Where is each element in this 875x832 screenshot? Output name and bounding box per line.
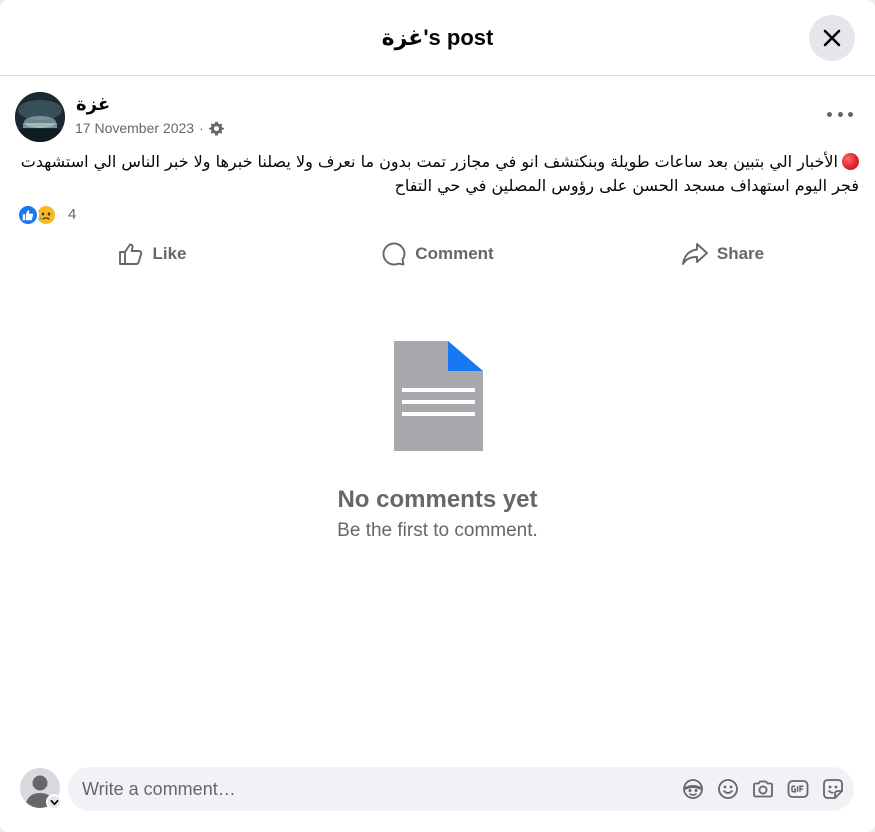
post-actions: Like Comment Share (10, 232, 865, 276)
share-arrow-icon (681, 243, 708, 265)
like-reaction-icon (17, 204, 39, 226)
speech-bubble-icon (382, 242, 406, 266)
more-icon (827, 111, 832, 117)
emoji-icon (717, 778, 738, 799)
empty-subtitle: Be the first to comment. (337, 520, 538, 541)
comment-input[interactable] (82, 767, 662, 811)
close-button[interactable] (809, 15, 855, 61)
comment-composer (0, 758, 875, 832)
like-button[interactable]: Like (10, 232, 295, 276)
gear-icon (208, 121, 224, 135)
comment-button[interactable]: Comment (295, 232, 580, 276)
comment-label: Comment (415, 244, 494, 263)
empty-title: No comments yet (337, 486, 538, 513)
author-avatar[interactable] (15, 92, 65, 142)
more-icon-dot (837, 111, 843, 117)
reactions-bar[interactable]: 4 (0, 200, 875, 232)
empty-comments: No comments yet Be the first to comment. (0, 340, 875, 542)
more-options-button[interactable] (827, 104, 853, 124)
share-button[interactable]: Share (580, 232, 865, 276)
avatar-sticker-button[interactable] (681, 777, 704, 800)
sticker-icon (822, 778, 843, 799)
reaction-count: 4 (68, 206, 77, 223)
more-icon-dot (848, 111, 853, 117)
emoji-button[interactable] (716, 777, 739, 800)
post-text: الأخبار الي بتبين بعد ساعات طويلة وبنكتش… (0, 150, 875, 198)
red-circle-icon (842, 153, 859, 170)
author-name[interactable]: غزة (76, 94, 110, 115)
post-line-2: فجر اليوم استهداف مسجد الحسن على رؤوس ال… (394, 176, 859, 195)
gif-button[interactable] (786, 777, 809, 800)
avatar-image (15, 92, 65, 142)
document-icon (393, 341, 483, 451)
dialog-header: غزة's post (0, 0, 875, 76)
thumbs-up-icon (119, 243, 143, 265)
close-icon (823, 29, 841, 47)
comment-box[interactable] (68, 767, 854, 811)
post-date[interactable]: 17 November 2023 (75, 120, 194, 136)
gif-icon (787, 779, 808, 798)
sad-face-glyph (39, 212, 51, 220)
dialog-title: غزة's post (381, 24, 494, 50)
thumbs-up-glyph (22, 210, 34, 221)
share-label: Share (716, 244, 765, 263)
like-label: Like (152, 244, 187, 263)
avatar-sticker-icon (682, 778, 703, 799)
camera-icon (752, 780, 773, 797)
meta-separator: · (199, 120, 204, 136)
reaction-icons (17, 204, 57, 226)
avatar-switch-button[interactable] (46, 794, 62, 810)
post-dialog: غزة's post غزة 17 November 2023 · الأخبا… (0, 0, 875, 832)
post-header: غزة 17 November 2023 · (0, 76, 875, 146)
sticker-button[interactable] (821, 777, 844, 800)
post-line-1: الأخبار الي بتبين بعد ساعات طويلة وبنكتش… (14, 150, 859, 174)
comment-tools (681, 777, 844, 800)
camera-button[interactable] (751, 777, 774, 800)
post-meta: 17 November 2023 · (75, 120, 224, 136)
post-line-1-text: الأخبار الي بتبين بعد ساعات طويلة وبنكتش… (20, 152, 838, 171)
chevron-down-icon (50, 799, 58, 805)
